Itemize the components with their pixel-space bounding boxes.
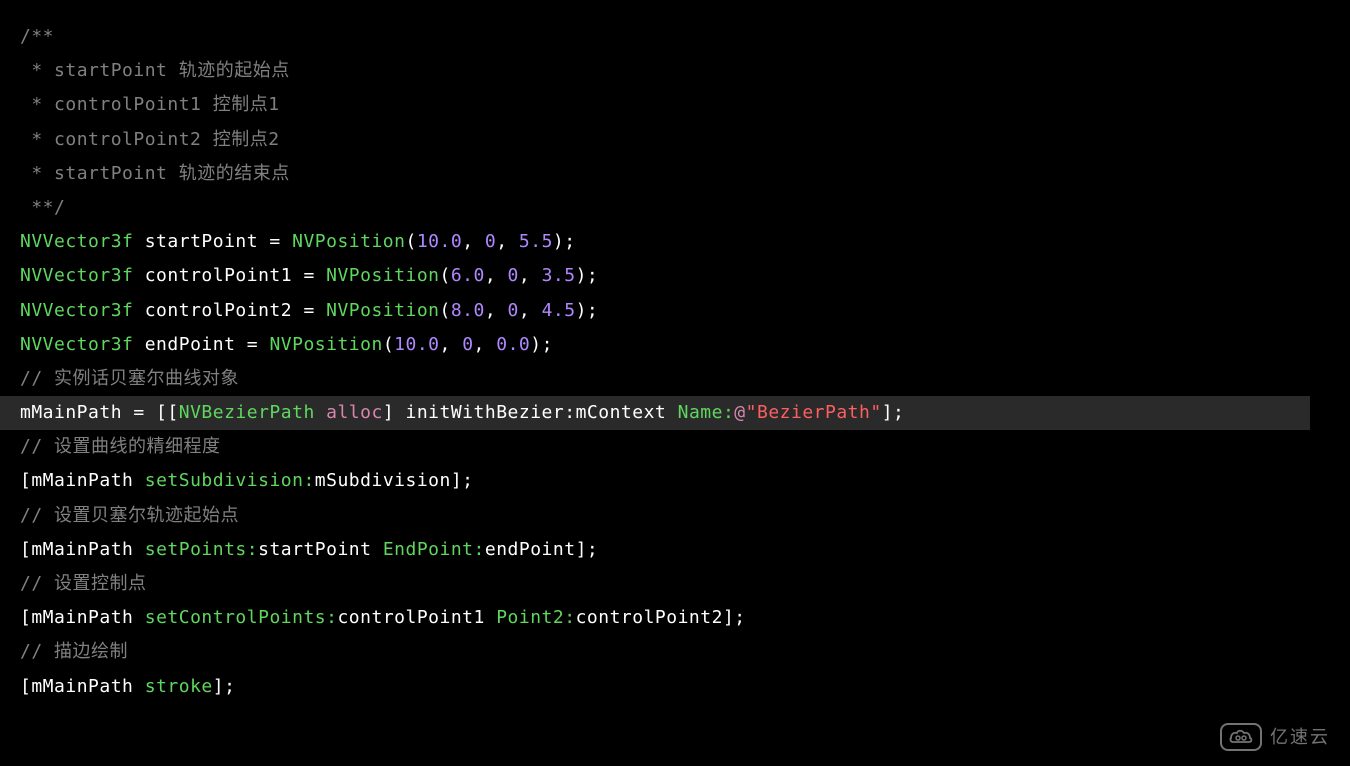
comment-startpoint: // 设置贝塞尔轨迹起始点 [20, 499, 1330, 533]
call-stroke: [mMainPath stroke]; [20, 670, 1330, 704]
comment-line-2: * controlPoint1 控制点1 [20, 88, 1330, 122]
comment-controlpoint: // 设置控制点 [20, 567, 1330, 601]
declaration-controlpoint1: NVVector3f controlPoint1 = NVPosition(6.… [20, 259, 1330, 293]
declaration-controlpoint2: NVVector3f controlPoint2 = NVPosition(8.… [20, 294, 1330, 328]
watermark-text: 亿速云 [1270, 720, 1330, 754]
call-setpoints: [mMainPath setPoints:startPoint EndPoint… [20, 533, 1330, 567]
watermark: 亿速云 [1220, 720, 1330, 754]
cloud-icon [1220, 723, 1262, 751]
comment-precision: // 设置曲线的精细程度 [20, 430, 1330, 464]
comment-line-1: * startPoint 轨迹的起始点 [20, 54, 1330, 88]
assignment-mainpath: mMainPath = [[NVBezierPath alloc] initWi… [0, 396, 1310, 430]
call-setsubdivision: [mMainPath setSubdivision:mSubdivision]; [20, 464, 1330, 498]
comment-open: /** [20, 20, 1330, 54]
comment-bezier-object: // 实例话贝塞尔曲线对象 [20, 362, 1330, 396]
comment-line-3: * controlPoint2 控制点2 [20, 123, 1330, 157]
call-setcontrolpoints: [mMainPath setControlPoints:controlPoint… [20, 601, 1330, 635]
code-editor[interactable]: /** * startPoint 轨迹的起始点 * controlPoint1 … [20, 20, 1330, 704]
comment-close: **/ [20, 191, 1330, 225]
comment-line-4: * startPoint 轨迹的结束点 [20, 157, 1330, 191]
declaration-endpoint: NVVector3f endPoint = NVPosition(10.0, 0… [20, 328, 1330, 362]
comment-stroke: // 描边绘制 [20, 635, 1330, 669]
declaration-startpoint: NVVector3f startPoint = NVPosition(10.0,… [20, 225, 1330, 259]
